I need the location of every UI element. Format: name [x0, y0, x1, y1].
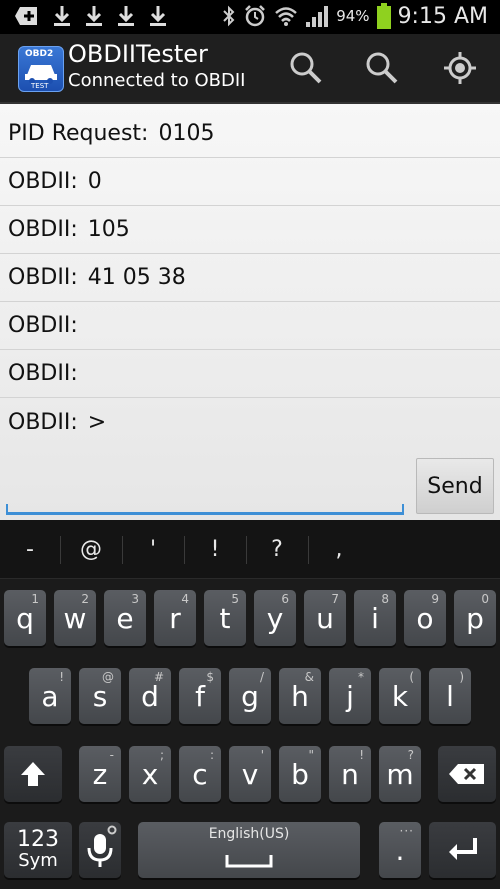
key-period[interactable]: ···. — [379, 822, 421, 878]
gear-icon — [107, 825, 117, 835]
backspace-key[interactable] — [438, 746, 496, 802]
backspace-icon — [449, 764, 484, 784]
app-title: OBDIITester — [68, 40, 208, 68]
space-key[interactable]: English(US) — [138, 822, 360, 878]
suggestion-item[interactable]: ! — [185, 520, 245, 578]
list-item: OBDII: 0 — [0, 158, 500, 206]
key-g[interactable]: / g — [229, 668, 271, 724]
wifi-icon — [275, 7, 298, 26]
key-h[interactable]: & h — [279, 668, 321, 724]
suggestion-item[interactable]: @ — [61, 520, 121, 578]
app-icon[interactable]: OBD2 TEST — [18, 46, 64, 92]
voice-input-key[interactable] — [79, 822, 121, 878]
battery-percent: 94% — [336, 7, 370, 25]
download-icon — [118, 6, 134, 26]
search-icon — [290, 52, 322, 84]
search-button[interactable] — [286, 48, 326, 88]
suggestion-strip: - @ ' ! ? , — [0, 520, 500, 579]
key-y[interactable]: 6y — [254, 590, 296, 646]
battery-icon — [376, 3, 391, 29]
suggestion-item[interactable]: ? — [247, 520, 307, 578]
download-icon — [150, 6, 166, 26]
status-bar: 94% 9:15 AM — [0, 0, 500, 34]
enter-icon — [448, 838, 477, 860]
key-t[interactable]: 5t — [204, 590, 246, 646]
connection-status: Connected to OBDII — [68, 70, 246, 91]
target-icon — [444, 52, 476, 84]
list-item: OBDII: — [0, 350, 500, 398]
key-r[interactable]: 4r — [154, 590, 196, 646]
download-icon — [86, 6, 102, 26]
suggestion-item[interactable]: , — [309, 520, 369, 578]
key-o[interactable]: 9o — [404, 590, 446, 646]
key-n[interactable]: ! n — [329, 746, 371, 802]
add-icon — [15, 7, 37, 25]
alarm-icon — [245, 5, 266, 27]
search-icon — [366, 52, 398, 84]
command-input[interactable] — [6, 462, 404, 512]
search-button[interactable] — [362, 48, 402, 88]
app-icon-text: TEST — [31, 82, 49, 90]
key-v[interactable]: ' v — [229, 746, 271, 802]
download-icon — [54, 6, 70, 26]
key-a[interactable]: ! a — [29, 668, 71, 724]
response-log: PID Request: 0105 OBDII: 0 OBDII: 105 OBDII… — [0, 110, 500, 446]
connect-button[interactable] — [440, 48, 480, 88]
shift-key[interactable] — [4, 746, 62, 802]
send-button[interactable]: Send — [416, 458, 494, 514]
key-i[interactable]: 8i — [354, 590, 396, 646]
key-l[interactable]: ) l — [429, 668, 471, 724]
list-item: OBDII: 105 — [0, 206, 500, 254]
microphone-icon — [87, 834, 113, 867]
input-underline — [6, 512, 404, 515]
console-area: PID Request: 0105 OBDII: 0 OBDII: 105 OBDII… — [0, 104, 500, 520]
key-k[interactable]: (k — [379, 668, 421, 724]
key-m[interactable]: ? m — [379, 746, 421, 802]
key-e[interactable]: 3e — [104, 590, 146, 646]
signal-icon — [306, 6, 329, 27]
key-x[interactable]: ; x — [129, 746, 171, 802]
suggestion-item[interactable]: - — [0, 520, 60, 578]
key-c[interactable]: :c — [179, 746, 221, 802]
clock-time: 9:15 AM — [397, 3, 488, 29]
input-edge — [402, 504, 404, 514]
key-f[interactable]: $ f — [179, 668, 221, 724]
symbols-key[interactable]: 123 Sym — [4, 822, 72, 878]
key-w[interactable]: 2w — [54, 590, 96, 646]
key-j[interactable]: * j — [329, 668, 371, 724]
suggestion-item[interactable]: ' — [123, 520, 183, 578]
notification-icons — [14, 4, 168, 28]
key-z[interactable]: -z — [79, 746, 121, 802]
soft-keyboard: - @ ' ! ? , 1q 2w 3e 4r 5t 6y 7u 8i 9o 0… — [0, 520, 500, 889]
input-edge — [6, 504, 8, 514]
list-item: PID Request: 0105 — [0, 110, 500, 158]
key-b[interactable]: " b — [279, 746, 321, 802]
key-u[interactable]: 7u — [304, 590, 346, 646]
enter-key[interactable] — [429, 822, 496, 878]
list-item: OBDII: > — [8, 409, 107, 435]
shift-arrow-icon — [21, 762, 45, 786]
action-bar: OBD2 TEST OBDIITester Connected to OBDII — [0, 34, 500, 104]
key-p[interactable]: 0p — [454, 590, 496, 646]
space-bar-icon — [225, 855, 273, 868]
list-item: OBDII: — [0, 302, 500, 350]
key-s[interactable]: @ s — [79, 668, 121, 724]
list-item: OBDII: 41 05 38 — [0, 254, 500, 302]
key-q[interactable]: 1q — [4, 590, 46, 646]
key-d[interactable]: # d — [129, 668, 171, 724]
bluetooth-icon — [223, 5, 235, 27]
